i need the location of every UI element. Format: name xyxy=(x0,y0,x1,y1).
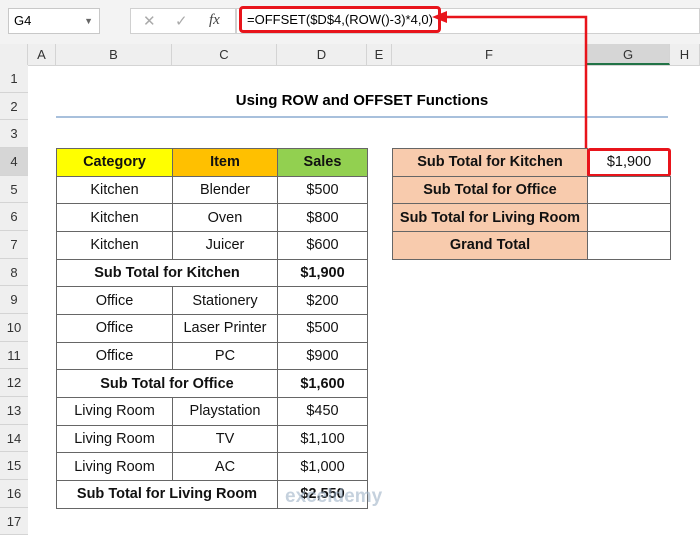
arrow-head-icon xyxy=(432,11,447,23)
watermark-logo: exceldemy xyxy=(285,486,383,507)
arrow-annotation xyxy=(432,11,588,148)
arrow-line xyxy=(445,15,588,148)
